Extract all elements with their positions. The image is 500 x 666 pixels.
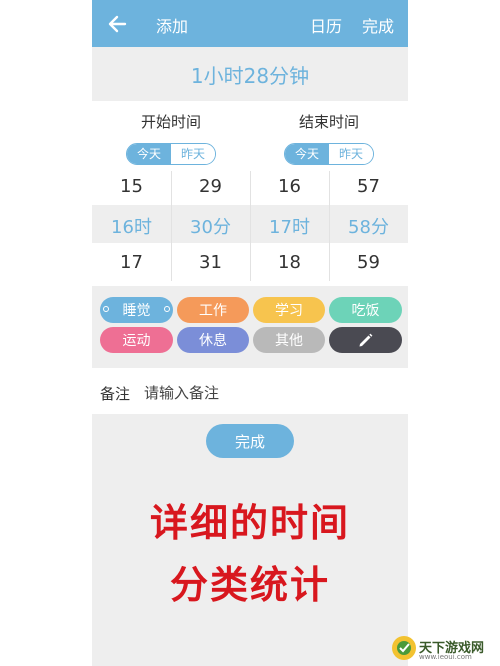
- time-picker-section: 开始时间 结束时间 今天 昨天 今天 昨天 15 16时 17 29 30分 3…: [92, 101, 408, 283]
- category-rest[interactable]: 休息: [177, 327, 249, 353]
- start-minute-next[interactable]: 31: [171, 252, 250, 273]
- start-minute-selected[interactable]: 30分: [171, 213, 250, 239]
- page-title: 添加: [156, 17, 189, 36]
- category-label: 学习: [275, 303, 303, 319]
- end-time-label: 结束时间: [298, 113, 359, 131]
- category-label: 吃饭: [351, 303, 380, 319]
- top-bar: 添加 日历 完成: [92, 0, 408, 47]
- end-minute-selected[interactable]: 58分: [329, 213, 408, 239]
- category-other[interactable]: 其他: [253, 327, 325, 353]
- category-eat[interactable]: 吃饭: [329, 297, 402, 323]
- end-yesterday-option[interactable]: 昨天: [329, 144, 373, 164]
- start-yesterday-option[interactable]: 昨天: [171, 144, 215, 164]
- edit-categories-button[interactable]: [329, 327, 402, 353]
- end-today-option[interactable]: 今天: [285, 144, 329, 164]
- category-label: 睡觉: [122, 303, 151, 319]
- category-study[interactable]: 学习: [253, 297, 325, 323]
- selected-marker: [164, 306, 170, 312]
- start-minute-prev[interactable]: 29: [171, 176, 250, 197]
- end-minute-prev[interactable]: 57: [329, 176, 408, 197]
- calendar-button[interactable]: 日历: [310, 13, 342, 37]
- category-section: 睡觉 工作 学习 吃饭 运动 休息 其他: [92, 286, 408, 368]
- pencil-icon: [359, 333, 372, 347]
- start-time-label: 开始时间: [140, 113, 201, 131]
- category-work[interactable]: 工作: [177, 297, 249, 323]
- site-watermark: 天下游戏网 www.ieoui.com: [391, 634, 496, 662]
- category-label: 工作: [199, 303, 227, 319]
- end-minute-next[interactable]: 59: [329, 252, 408, 273]
- category-label: 运动: [122, 333, 151, 349]
- selected-marker: [103, 306, 109, 312]
- start-day-toggle: 今天 昨天: [126, 143, 216, 165]
- category-exercise[interactable]: 运动: [100, 327, 173, 353]
- start-today-option[interactable]: 今天: [127, 144, 171, 164]
- watermark-logo-icon: [392, 636, 416, 660]
- end-hour-selected[interactable]: 17时: [250, 213, 329, 239]
- done-button[interactable]: 完成: [206, 424, 294, 458]
- end-day-toggle: 今天 昨天: [284, 143, 374, 165]
- back-arrow-icon[interactable]: [106, 13, 128, 35]
- done-header-button[interactable]: 完成: [362, 13, 394, 37]
- category-label: 其他: [275, 333, 303, 349]
- end-hour-prev[interactable]: 16: [250, 176, 329, 197]
- promo-line-2: 分类统计: [169, 563, 330, 607]
- start-hour-selected[interactable]: 16时: [92, 213, 171, 239]
- watermark-url: www.ieoui.com: [419, 653, 472, 661]
- duration-display: 1小时28分钟: [92, 47, 408, 101]
- start-hour-prev[interactable]: 15: [92, 176, 171, 197]
- start-hour-next[interactable]: 17: [92, 252, 171, 273]
- promo-line-1: 详细的时间: [149, 501, 350, 545]
- end-hour-next[interactable]: 18: [250, 252, 329, 273]
- note-row: 备注: [92, 368, 408, 414]
- category-sleep[interactable]: 睡觉: [100, 297, 173, 323]
- category-label: 休息: [199, 333, 227, 349]
- note-label: 备注: [100, 385, 131, 403]
- note-input[interactable]: [142, 378, 386, 408]
